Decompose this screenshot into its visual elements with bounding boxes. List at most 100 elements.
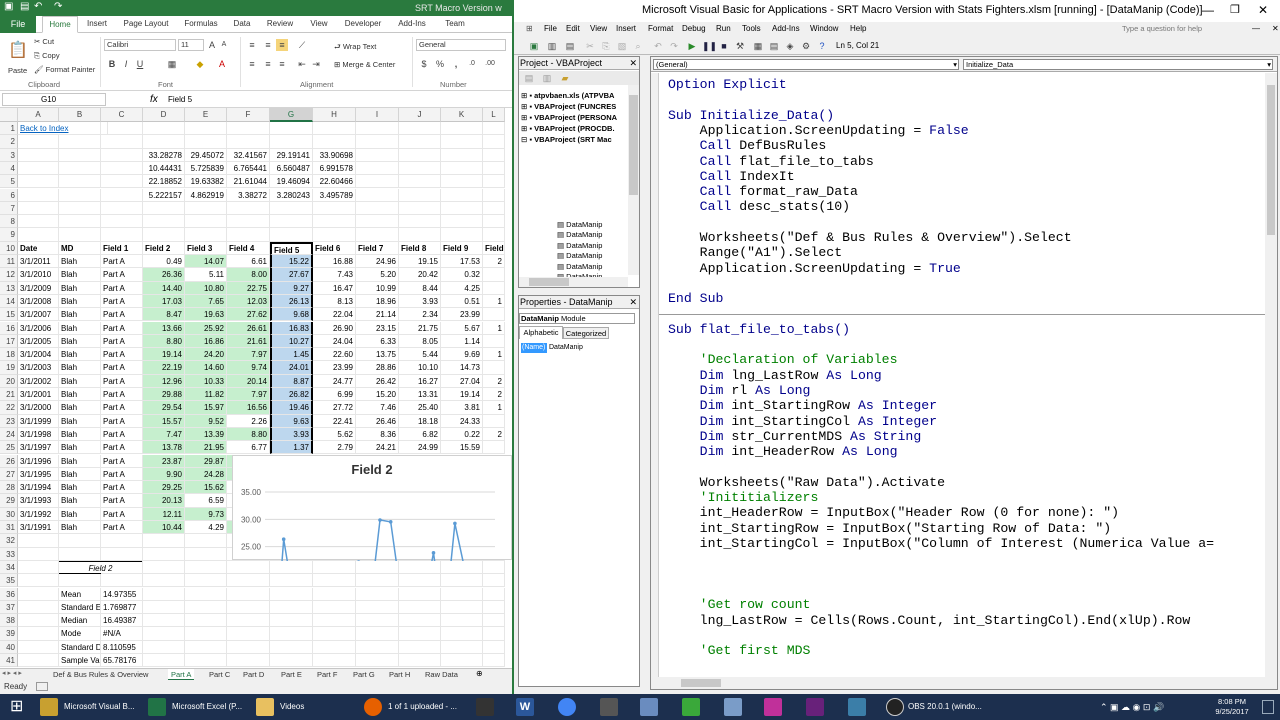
table-cell[interactable]: Blah — [59, 467, 101, 482]
font-name-select[interactable]: Calibri — [104, 39, 176, 51]
table-cell[interactable] — [399, 188, 441, 202]
row-header[interactable]: 39 — [0, 627, 18, 641]
table-cell[interactable]: Part A — [101, 308, 143, 322]
column-header[interactable]: G — [270, 108, 313, 122]
table-cell[interactable]: Part A — [101, 294, 143, 309]
properties-icon[interactable]: ▤ — [768, 40, 780, 52]
table-cell[interactable] — [227, 574, 270, 588]
table-cell[interactable]: 0.32 — [441, 268, 483, 282]
table-cell[interactable]: Median — [59, 614, 101, 628]
table-cell[interactable] — [356, 640, 399, 654]
app-icon[interactable] — [764, 698, 782, 716]
bold-icon[interactable]: B — [106, 58, 118, 70]
table-cell[interactable]: 14.60 — [185, 361, 227, 375]
row-header[interactable]: 32 — [0, 534, 18, 548]
table-cell[interactable]: 8.80 — [227, 427, 270, 442]
tree-item[interactable]: ⊞ ▪ VBAProject (FUNCRES — [521, 102, 616, 111]
redo-icon[interactable]: ↷ — [668, 40, 680, 52]
table-cell[interactable]: 4.25 — [441, 281, 483, 295]
tab-review[interactable]: Review — [262, 16, 298, 33]
table-cell[interactable]: Blah — [59, 281, 101, 295]
table-cell[interactable] — [59, 215, 101, 229]
table-cell[interactable] — [227, 135, 270, 149]
table-cell[interactable]: 2 — [483, 427, 505, 442]
table-cell[interactable] — [399, 627, 441, 641]
table-cell[interactable]: 3/1/2009 — [18, 281, 59, 295]
table-cell[interactable] — [143, 201, 185, 216]
table-cell[interactable]: 27.72 — [313, 401, 356, 415]
table-cell[interactable] — [399, 614, 441, 628]
menu-add-ins[interactable]: Add-Ins — [772, 24, 800, 33]
code-line[interactable]: int_HeaderRow = InputBox("Header Row (0 … — [668, 505, 1119, 520]
table-cell[interactable]: 19.14 — [143, 348, 185, 362]
table-cell[interactable]: 29.25 — [143, 481, 185, 495]
close-properties-pane-icon[interactable]: ✕ — [629, 296, 637, 308]
table-cell[interactable]: Part A — [101, 268, 143, 282]
obs-icon[interactable] — [886, 698, 904, 716]
table-cell[interactable] — [185, 654, 227, 668]
code-line[interactable]: int_StartingRow = InputBox("Starting Row… — [668, 521, 1112, 536]
table-cell[interactable]: Part A — [101, 427, 143, 442]
table-cell[interactable]: 3/1/1997 — [18, 441, 59, 455]
table-cell[interactable] — [227, 627, 270, 641]
view-code-icon[interactable]: ▤ — [523, 72, 535, 84]
table-cell[interactable] — [356, 148, 399, 162]
table-cell[interactable] — [18, 135, 59, 149]
table-cell[interactable] — [313, 600, 356, 615]
comma-style-icon[interactable]: , — [450, 58, 462, 70]
merge-center-button[interactable]: ⊞ Merge & Center — [334, 60, 395, 69]
table-cell[interactable]: 27.67 — [270, 268, 313, 282]
table-cell[interactable]: 7.43 — [313, 268, 356, 282]
cut-button[interactable]: ✂ Cut — [34, 37, 54, 46]
table-cell[interactable] — [227, 587, 270, 601]
table-cell[interactable] — [270, 228, 313, 242]
table-cell[interactable] — [185, 122, 227, 136]
table-cell[interactable]: 3/1/2005 — [18, 334, 59, 349]
table-cell[interactable]: 21.61044 — [227, 175, 270, 189]
table-cell[interactable]: 10.80 — [185, 281, 227, 295]
table-cell[interactable] — [483, 308, 505, 322]
table-cell[interactable]: 24.21 — [356, 441, 399, 455]
row-header[interactable]: 6 — [0, 188, 18, 202]
table-cell[interactable] — [483, 122, 505, 136]
table-cell[interactable]: 24.20 — [185, 348, 227, 362]
table-cell[interactable]: Part A — [101, 388, 143, 402]
taskbar-item-excel[interactable]: Microsoft Excel (P... — [172, 694, 242, 720]
code-line[interactable]: 'Get row count — [668, 597, 811, 612]
table-cell[interactable]: 3.81 — [441, 401, 483, 415]
table-cell[interactable]: 3/1/2006 — [18, 321, 59, 335]
table-cell[interactable]: 6.61 — [227, 255, 270, 269]
row-header[interactable]: 11 — [0, 255, 18, 269]
code-line[interactable]: Dim int_StartingCol As Integer — [668, 414, 937, 429]
table-cell[interactable]: 18.18 — [399, 414, 441, 428]
object-combo[interactable]: (General) ▾ — [653, 59, 959, 70]
table-cell[interactable] — [399, 135, 441, 149]
table-cell[interactable] — [483, 441, 505, 455]
table-cell[interactable]: 19.14 — [441, 388, 483, 402]
table-cell[interactable]: 13.39 — [185, 427, 227, 442]
table-cell[interactable]: 1.769877 — [101, 600, 143, 615]
table-cell[interactable] — [270, 627, 313, 641]
row-header[interactable]: 4 — [0, 161, 18, 176]
table-cell[interactable]: Standard D — [59, 640, 101, 654]
table-cell[interactable] — [18, 188, 59, 202]
table-cell[interactable] — [143, 122, 185, 136]
row-header[interactable]: 30 — [0, 507, 18, 521]
table-cell[interactable]: Blah — [59, 255, 101, 269]
table-cell[interactable]: 33.28278 — [143, 148, 185, 162]
table-cell[interactable]: 14.40 — [143, 281, 185, 295]
table-cell[interactable]: 25.92 — [185, 321, 227, 335]
table-cell[interactable] — [399, 587, 441, 601]
table-cell[interactable] — [227, 215, 270, 229]
table-cell[interactable] — [101, 201, 143, 216]
row-header[interactable]: 24 — [0, 427, 18, 442]
table-cell[interactable]: 3/1/2010 — [18, 268, 59, 282]
table-cell[interactable] — [483, 228, 505, 242]
table-cell[interactable]: 4.29 — [185, 521, 227, 535]
table-cell[interactable] — [227, 228, 270, 242]
table-cell[interactable] — [270, 201, 313, 216]
row-header[interactable]: 25 — [0, 441, 18, 455]
table-cell[interactable] — [143, 228, 185, 242]
table-cell[interactable] — [356, 627, 399, 641]
find-icon[interactable]: ⌕ — [632, 40, 644, 52]
